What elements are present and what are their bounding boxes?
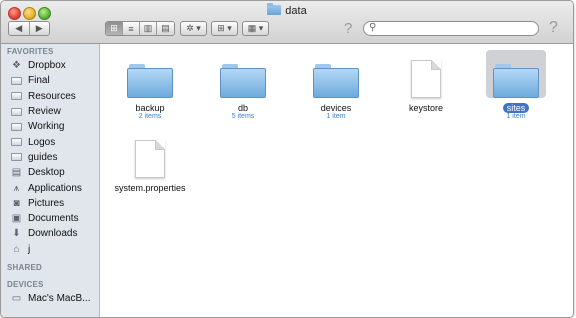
document-icon <box>411 60 441 98</box>
folder-icon <box>313 64 359 98</box>
coverflow-view-button[interactable]: ▤ <box>157 22 174 35</box>
sidebar-item-documents[interactable]: ▣ Documents <box>1 211 99 226</box>
sidebar-item-label: Final <box>28 75 50 87</box>
sidebar-item-label: j <box>28 243 31 255</box>
file-item-count: 2 items <box>138 113 162 120</box>
file-name: system.properties <box>114 183 186 193</box>
sidebar-item-label: Review <box>28 106 61 118</box>
sidebar: FAVORITES ❖ Dropbox Final Resources Revi… <box>1 44 100 317</box>
file-name: db <box>237 103 248 113</box>
folder-icon <box>11 122 22 131</box>
file-item-db[interactable]: db 5 items <box>207 50 279 120</box>
magnifier-icon: ⚲ <box>369 22 377 33</box>
sidebar-item-label: Downloads <box>28 228 78 240</box>
laptop-icon: ▭ <box>11 293 22 304</box>
sidebar-item-downloads[interactable]: ⬇ Downloads <box>1 226 99 241</box>
file-name: devices <box>320 103 352 113</box>
sidebar-item-label: Pictures <box>28 197 65 209</box>
file-item-count: 1 item <box>326 113 346 120</box>
file-browser: backup 2 items db 5 items devices 1 item… <box>100 44 573 317</box>
sidebar-item-final[interactable]: Final <box>1 73 99 88</box>
sidebar-item-label: Mac's MacB... <box>28 293 91 304</box>
file-item-backup[interactable]: backup 2 items <box>114 50 186 120</box>
sidebar-item-label: Dropbox <box>28 60 66 72</box>
documents-icon: ▣ <box>11 213 22 225</box>
camera-icon: ◙ <box>13 197 20 209</box>
sidebar-item-dropbox[interactable]: ❖ Dropbox <box>1 58 99 73</box>
view-mode-control: ⊞ ≡ ▥ ▤ <box>105 21 175 36</box>
toolbar: data ◀ ▶ ⊞ ≡ ▥ ▤ ✲ ▾ ⊞ ▾ ▦ ▾ ? ⚲ ? <box>1 1 573 44</box>
sidebar-item-label: Logos <box>28 136 56 148</box>
folder-icon <box>220 64 266 98</box>
sidebar-item-resources[interactable]: Resources <box>1 89 99 104</box>
back-forward-control: ◀ ▶ <box>8 21 50 36</box>
file-item-sites[interactable]: sites 1 item <box>480 50 552 120</box>
share-menu-button[interactable]: ▦ ▾ <box>242 21 269 36</box>
help-icon[interactable]: ? <box>344 20 352 37</box>
column-view-button[interactable]: ▥ <box>140 22 157 35</box>
file-item-devices[interactable]: devices 1 item <box>300 50 372 120</box>
arrange-menu-button[interactable]: ⊞ ▾ <box>211 21 238 36</box>
folder-icon <box>11 138 22 147</box>
document-icon <box>135 140 165 178</box>
sidebar-item-review[interactable]: Review <box>1 104 99 119</box>
sidebar-header-devices: DEVICES <box>7 279 44 289</box>
sidebar-item-label: guides <box>28 151 58 163</box>
file-name: sites <box>502 103 530 113</box>
sidebar-item-applications[interactable]: ⩚ Applications <box>1 180 99 195</box>
sidebar-item-label: Desktop <box>28 167 65 179</box>
file-item-system-properties[interactable]: system.properties <box>112 130 188 193</box>
folder-icon <box>11 92 22 101</box>
file-item-count: 1 item <box>506 113 526 120</box>
icon-view-button[interactable]: ⊞ <box>106 22 123 35</box>
sidebar-item-label: Working <box>28 121 65 133</box>
sidebar-item-working[interactable]: Working <box>1 119 99 134</box>
folder-icon <box>11 76 22 85</box>
folder-icon <box>11 107 22 116</box>
home-icon: ⌂ <box>13 243 20 255</box>
file-name: backup <box>135 103 165 113</box>
finder-window: data ◀ ▶ ⊞ ≡ ▥ ▤ ✲ ▾ ⊞ ▾ ▦ ▾ ? ⚲ ? FAVOR… <box>0 0 574 318</box>
sidebar-item-label: Applications <box>28 182 82 194</box>
sidebar-item-home[interactable]: ⌂ j <box>1 242 99 257</box>
file-item-keystore[interactable]: keystore <box>390 50 462 113</box>
folder-icon <box>267 3 282 15</box>
file-item-count: 5 items <box>231 113 255 120</box>
list-view-button[interactable]: ≡ <box>123 22 140 35</box>
sidebar-item-macbook[interactable]: ▭ Mac's MacB... <box>1 291 99 306</box>
desktop-icon: ▤ <box>11 167 22 179</box>
sidebar-header-shared: SHARED <box>7 262 42 272</box>
window-title: data <box>1 3 573 17</box>
sidebar-header-favorites: FAVORITES <box>7 47 54 56</box>
sidebar-item-desktop[interactable]: ▤ Desktop <box>1 165 99 180</box>
forward-button[interactable]: ▶ <box>29 22 49 35</box>
folder-icon <box>493 64 539 98</box>
search-input[interactable]: ⚲ <box>363 21 539 36</box>
applications-icon: ⩚ <box>13 182 20 194</box>
sidebar-item-label: Documents <box>28 213 79 225</box>
sidebar-item-guides[interactable]: guides <box>1 150 99 165</box>
folder-icon <box>127 64 173 98</box>
back-button[interactable]: ◀ <box>9 22 30 35</box>
sidebar-item-label: Resources <box>28 90 76 102</box>
dropbox-icon: ❖ <box>12 60 21 72</box>
download-icon: ⬇ <box>12 228 21 240</box>
file-name: keystore <box>408 103 443 113</box>
sidebar-item-logos[interactable]: Logos <box>1 134 99 149</box>
folder-icon <box>11 153 22 162</box>
help-outer-icon[interactable]: ? <box>549 19 558 37</box>
window-title-text: data <box>285 5 307 17</box>
action-menu-button[interactable]: ✲ ▾ <box>180 21 207 36</box>
sidebar-item-pictures[interactable]: ◙ Pictures <box>1 196 99 211</box>
